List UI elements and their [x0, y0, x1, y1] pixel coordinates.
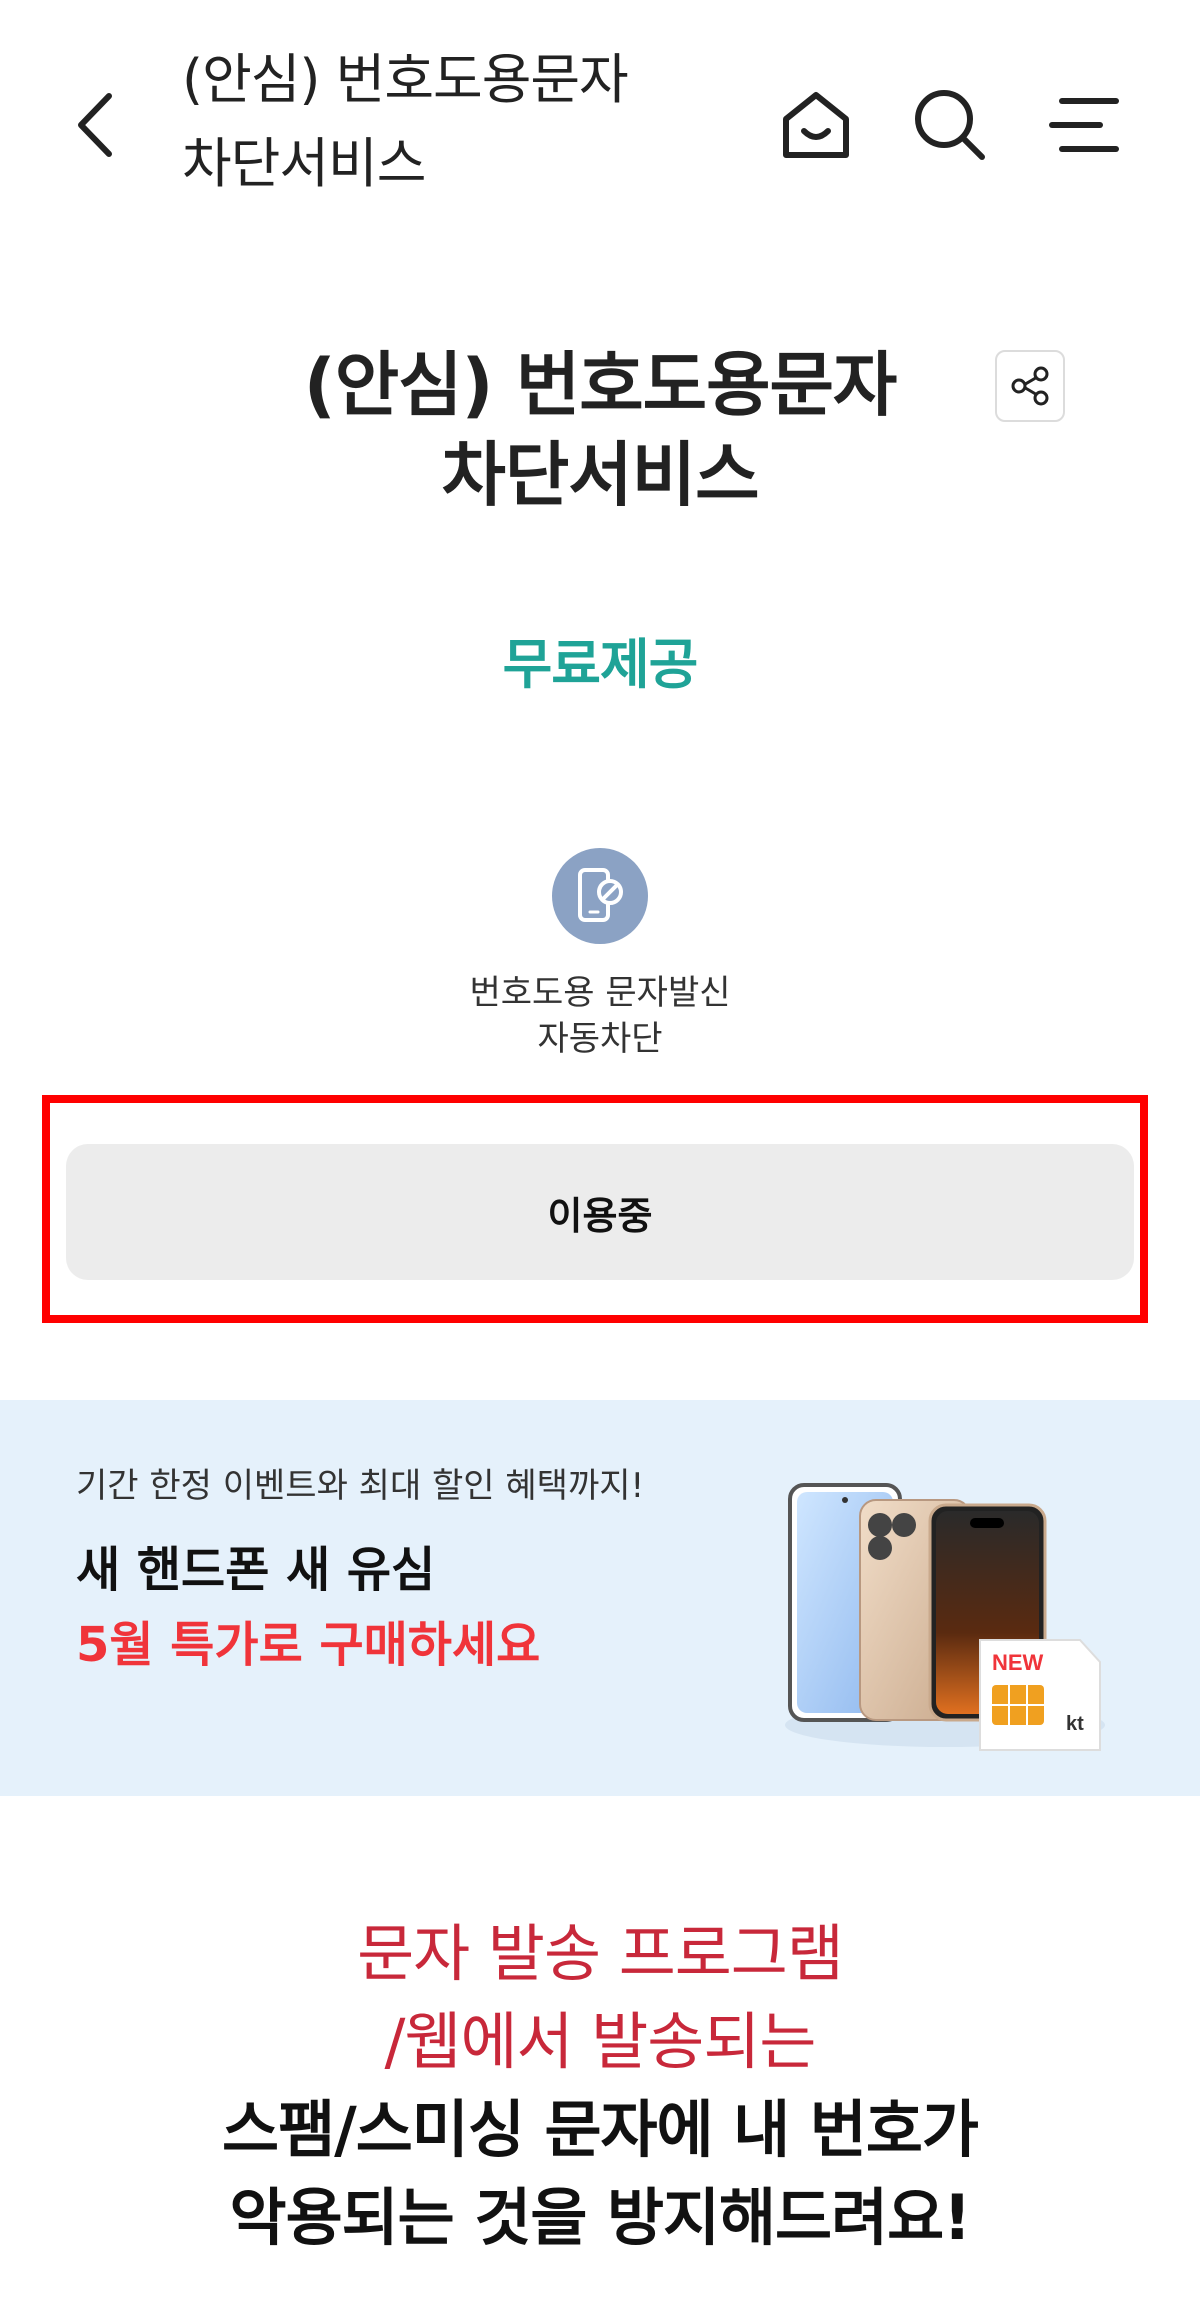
promo-headline: 새 핸드폰 새 유심	[76, 1542, 436, 1598]
chevron-left-icon	[78, 93, 112, 157]
hamburger-menu-icon	[1049, 98, 1119, 152]
blocked-phone-icon	[552, 848, 648, 944]
product-title-line1: (안심) 번호도용문자	[303, 344, 898, 426]
home-icon	[783, 92, 849, 158]
share-icon	[1011, 366, 1049, 406]
search-icon	[915, 90, 985, 160]
description-line1: 문자 발송 프로그램	[357, 1917, 844, 1990]
header-title-line1: (안심) 번호도용문자	[182, 48, 629, 111]
feature-label-line2: 자동차단	[537, 1019, 663, 1059]
menu-button[interactable]	[1034, 75, 1134, 175]
share-button[interactable]	[995, 350, 1065, 422]
promo-banner[interactable]: 기간 한정 이벤트와 최대 할인 혜택까지! 새 핸드폰 새 유심 5월 특가로…	[0, 1400, 1200, 1796]
promo-subheadline: 5월 특가로 구매하세요	[76, 1617, 541, 1673]
header-title-line2: 차단서비스	[182, 132, 426, 195]
sim-new-badge: NEW	[992, 1650, 1044, 1675]
top-app-bar: (안심) 번호도용문자 차단서비스	[0, 0, 1200, 240]
phones-and-sim-illustration: NEW kt	[785, 1483, 1105, 1751]
in-use-button[interactable]: 이용중	[66, 1144, 1134, 1280]
product-title-line2: 차단서비스	[441, 434, 760, 516]
description-line3: 스팸/스미싱 문자에 내 번호가	[222, 2093, 979, 2166]
price-label: 무료제공	[502, 633, 699, 696]
description-line4: 악용되는 것을 방지해드려요!	[229, 2181, 972, 2254]
product-title: (안심) 번호도용문자 차단서비스	[200, 340, 1000, 520]
home-button[interactable]	[766, 75, 866, 175]
search-button[interactable]	[900, 75, 1000, 175]
feature-label: 번호도용 문자발신 자동차단	[350, 970, 850, 1062]
sim-brand-logo: kt	[1066, 1713, 1084, 1735]
feature-label-line1: 번호도용 문자발신	[469, 973, 731, 1013]
back-button[interactable]	[60, 80, 130, 170]
promo-eyebrow: 기간 한정 이벤트와 최대 할인 혜택까지!	[76, 1466, 645, 1506]
service-description: 문자 발송 프로그램 /웹에서 발송되는 스팸/스미싱 문자에 내 번호가 악용…	[100, 1910, 1100, 2262]
description-line2: /웹에서 발송되는	[384, 2005, 817, 2078]
header-title: (안심) 번호도용문자 차단서비스	[182, 38, 702, 206]
